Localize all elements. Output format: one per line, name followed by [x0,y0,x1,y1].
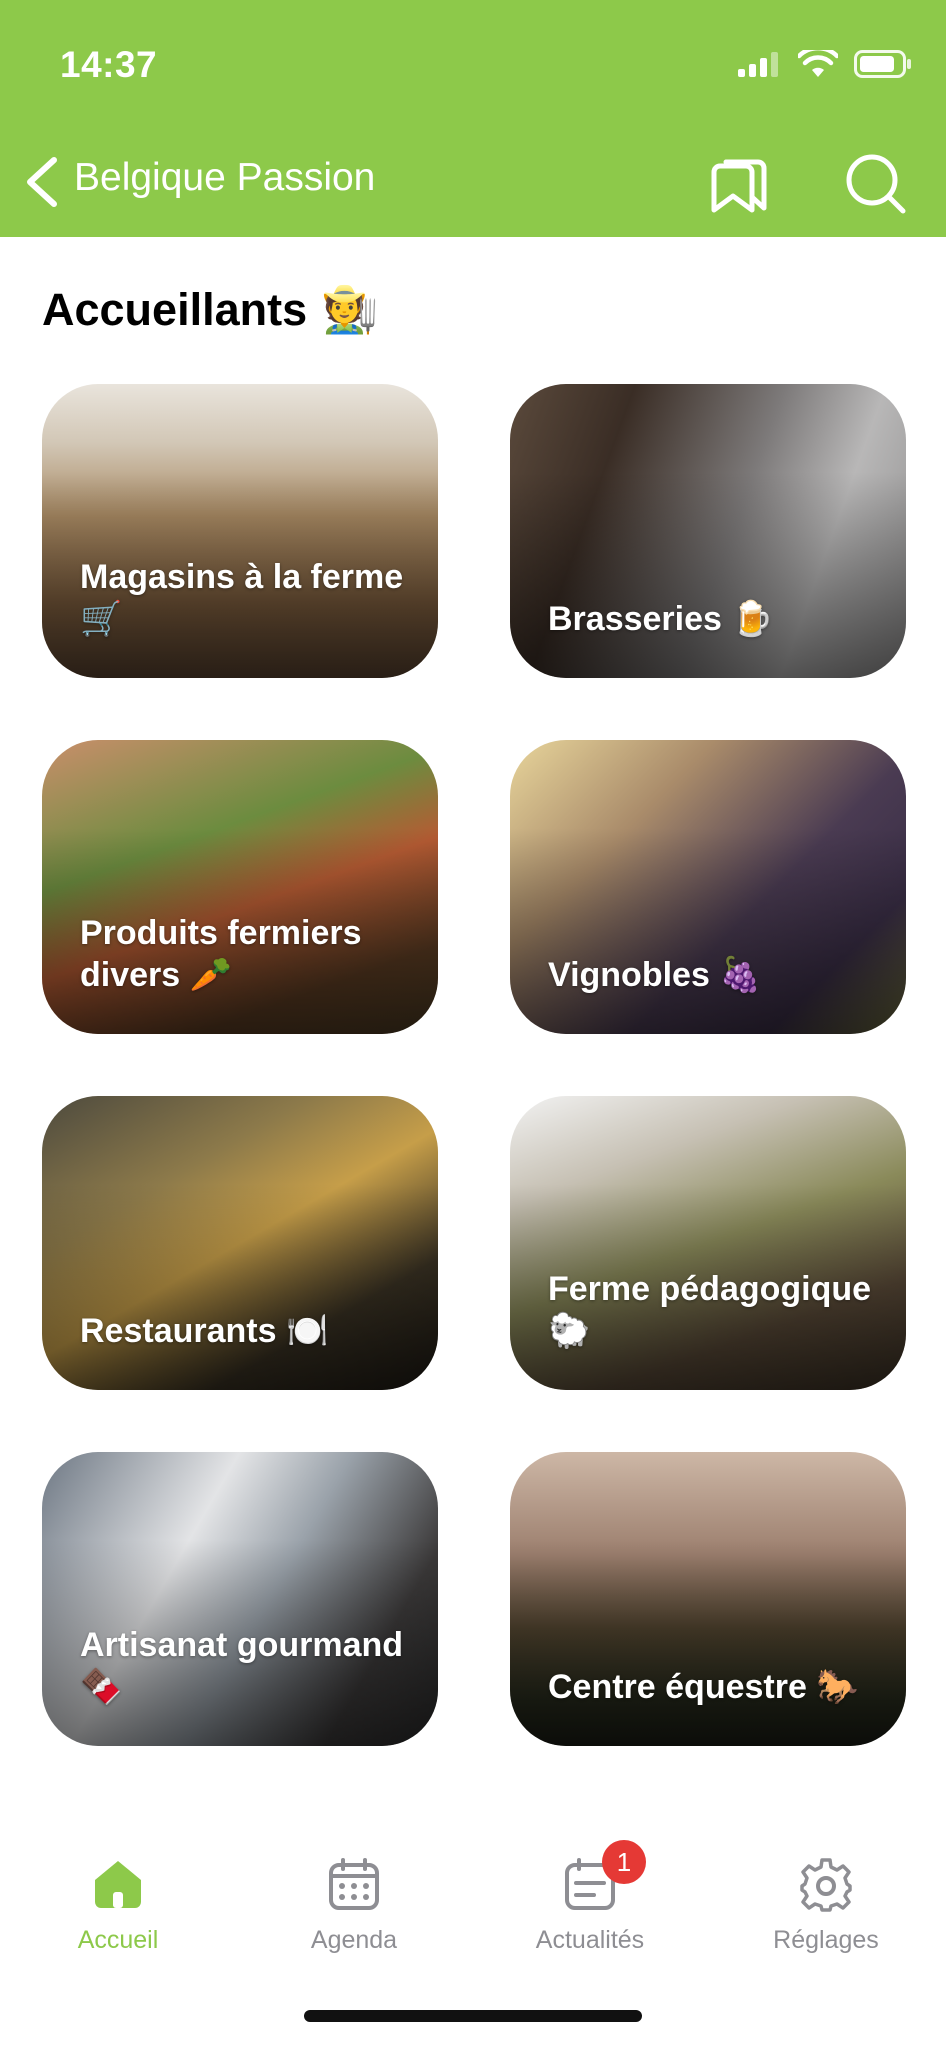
chocolate-icon: 🍫 [80,1668,123,1706]
card-produits-fermiers-divers[interactable]: Produits fermiers divers 🥕 [42,740,438,1034]
top-bar: 14:37 Belgique Passion [0,0,946,237]
calendar-icon [329,1858,379,1910]
bookmarks-icon[interactable] [706,152,770,214]
home-icon [95,1861,141,1908]
card-shade [510,1540,906,1746]
tab-label: Agenda [310,1926,398,1954]
nav-title: Belgique Passion [74,156,376,199]
sheep-icon: 🐑 [548,1312,591,1350]
card-ferme-pedagogique[interactable]: Ferme pédagogique 🐑 [510,1096,906,1390]
gear-icon [800,1858,852,1912]
wifi-icon [798,50,838,77]
notification-badge: 1 [602,1840,646,1884]
tab-agenda[interactable]: Agenda [254,1856,454,1955]
card-label: Ferme pédagogique 🐑 [548,1268,876,1352]
card-shade [510,828,906,1034]
card-title: Artisanat gourmand [80,1626,404,1664]
card-title: Centre équestre [548,1668,807,1706]
tab-actualites[interactable]: 1 Actualités [490,1840,690,1955]
status-time: 14:37 [60,44,158,85]
grapes-icon: 🍇 [719,956,762,994]
tab-label: Réglages [773,1926,879,1954]
card-magasins-a-la-ferme[interactable]: Magasins à la ferme 🛒 [42,384,438,678]
status-icons [738,50,912,78]
plate-icon: 🍽️ [285,1312,329,1350]
tab-accueil[interactable]: Accueil [18,1856,218,1955]
card-title: Brasseries [548,600,722,638]
card-label: Vignobles 🍇 [548,954,876,996]
card-label: Artisanat gourmand 🍫 [80,1624,408,1708]
card-restaurants[interactable]: Restaurants 🍽️ [42,1096,438,1390]
card-artisanat-gourmand[interactable]: Artisanat gourmand 🍫 [42,1452,438,1746]
card-label: Produits fermiers divers 🥕 [80,912,408,996]
home-indicator [304,2010,642,2022]
card-shade [42,1184,438,1390]
farmer-icon: 🧑‍🌾 [321,283,379,335]
tab-label: Actualités [535,1926,645,1954]
card-vignobles[interactable]: Vignobles 🍇 [510,740,906,1034]
carrot-icon: 🥕 [189,956,232,994]
back-chevron-icon[interactable] [20,156,64,208]
beer-icon: 🍺 [731,600,774,638]
shopping-cart-icon: 🛒 [80,600,123,638]
card-centre-equestre[interactable]: Centre équestre 🐎 [510,1452,906,1746]
card-label: Magasins à la ferme 🛒 [80,556,408,640]
card-label: Brasseries 🍺 [548,598,876,640]
card-shade [510,472,906,678]
section-title-text: Accueillants [42,283,308,335]
search-icon[interactable] [844,152,908,216]
horse-icon: 🐎 [816,1668,859,1706]
card-title: Vignobles [548,956,710,994]
battery-icon [854,50,911,78]
section-title: Accueillants 🧑‍🌾 [42,282,378,337]
card-label: Restaurants 🍽️ [80,1310,408,1352]
cellular-signal-icon [738,52,778,77]
card-title: Ferme pédagogique [548,1270,872,1308]
card-label: Centre équestre 🐎 [548,1666,876,1708]
tab-reglages[interactable]: Réglages [726,1856,926,1955]
card-title: Restaurants [80,1312,277,1350]
card-title: Magasins à la ferme [80,558,404,596]
card-brasseries[interactable]: Brasseries 🍺 [510,384,906,678]
tab-label: Accueil [77,1926,159,1954]
